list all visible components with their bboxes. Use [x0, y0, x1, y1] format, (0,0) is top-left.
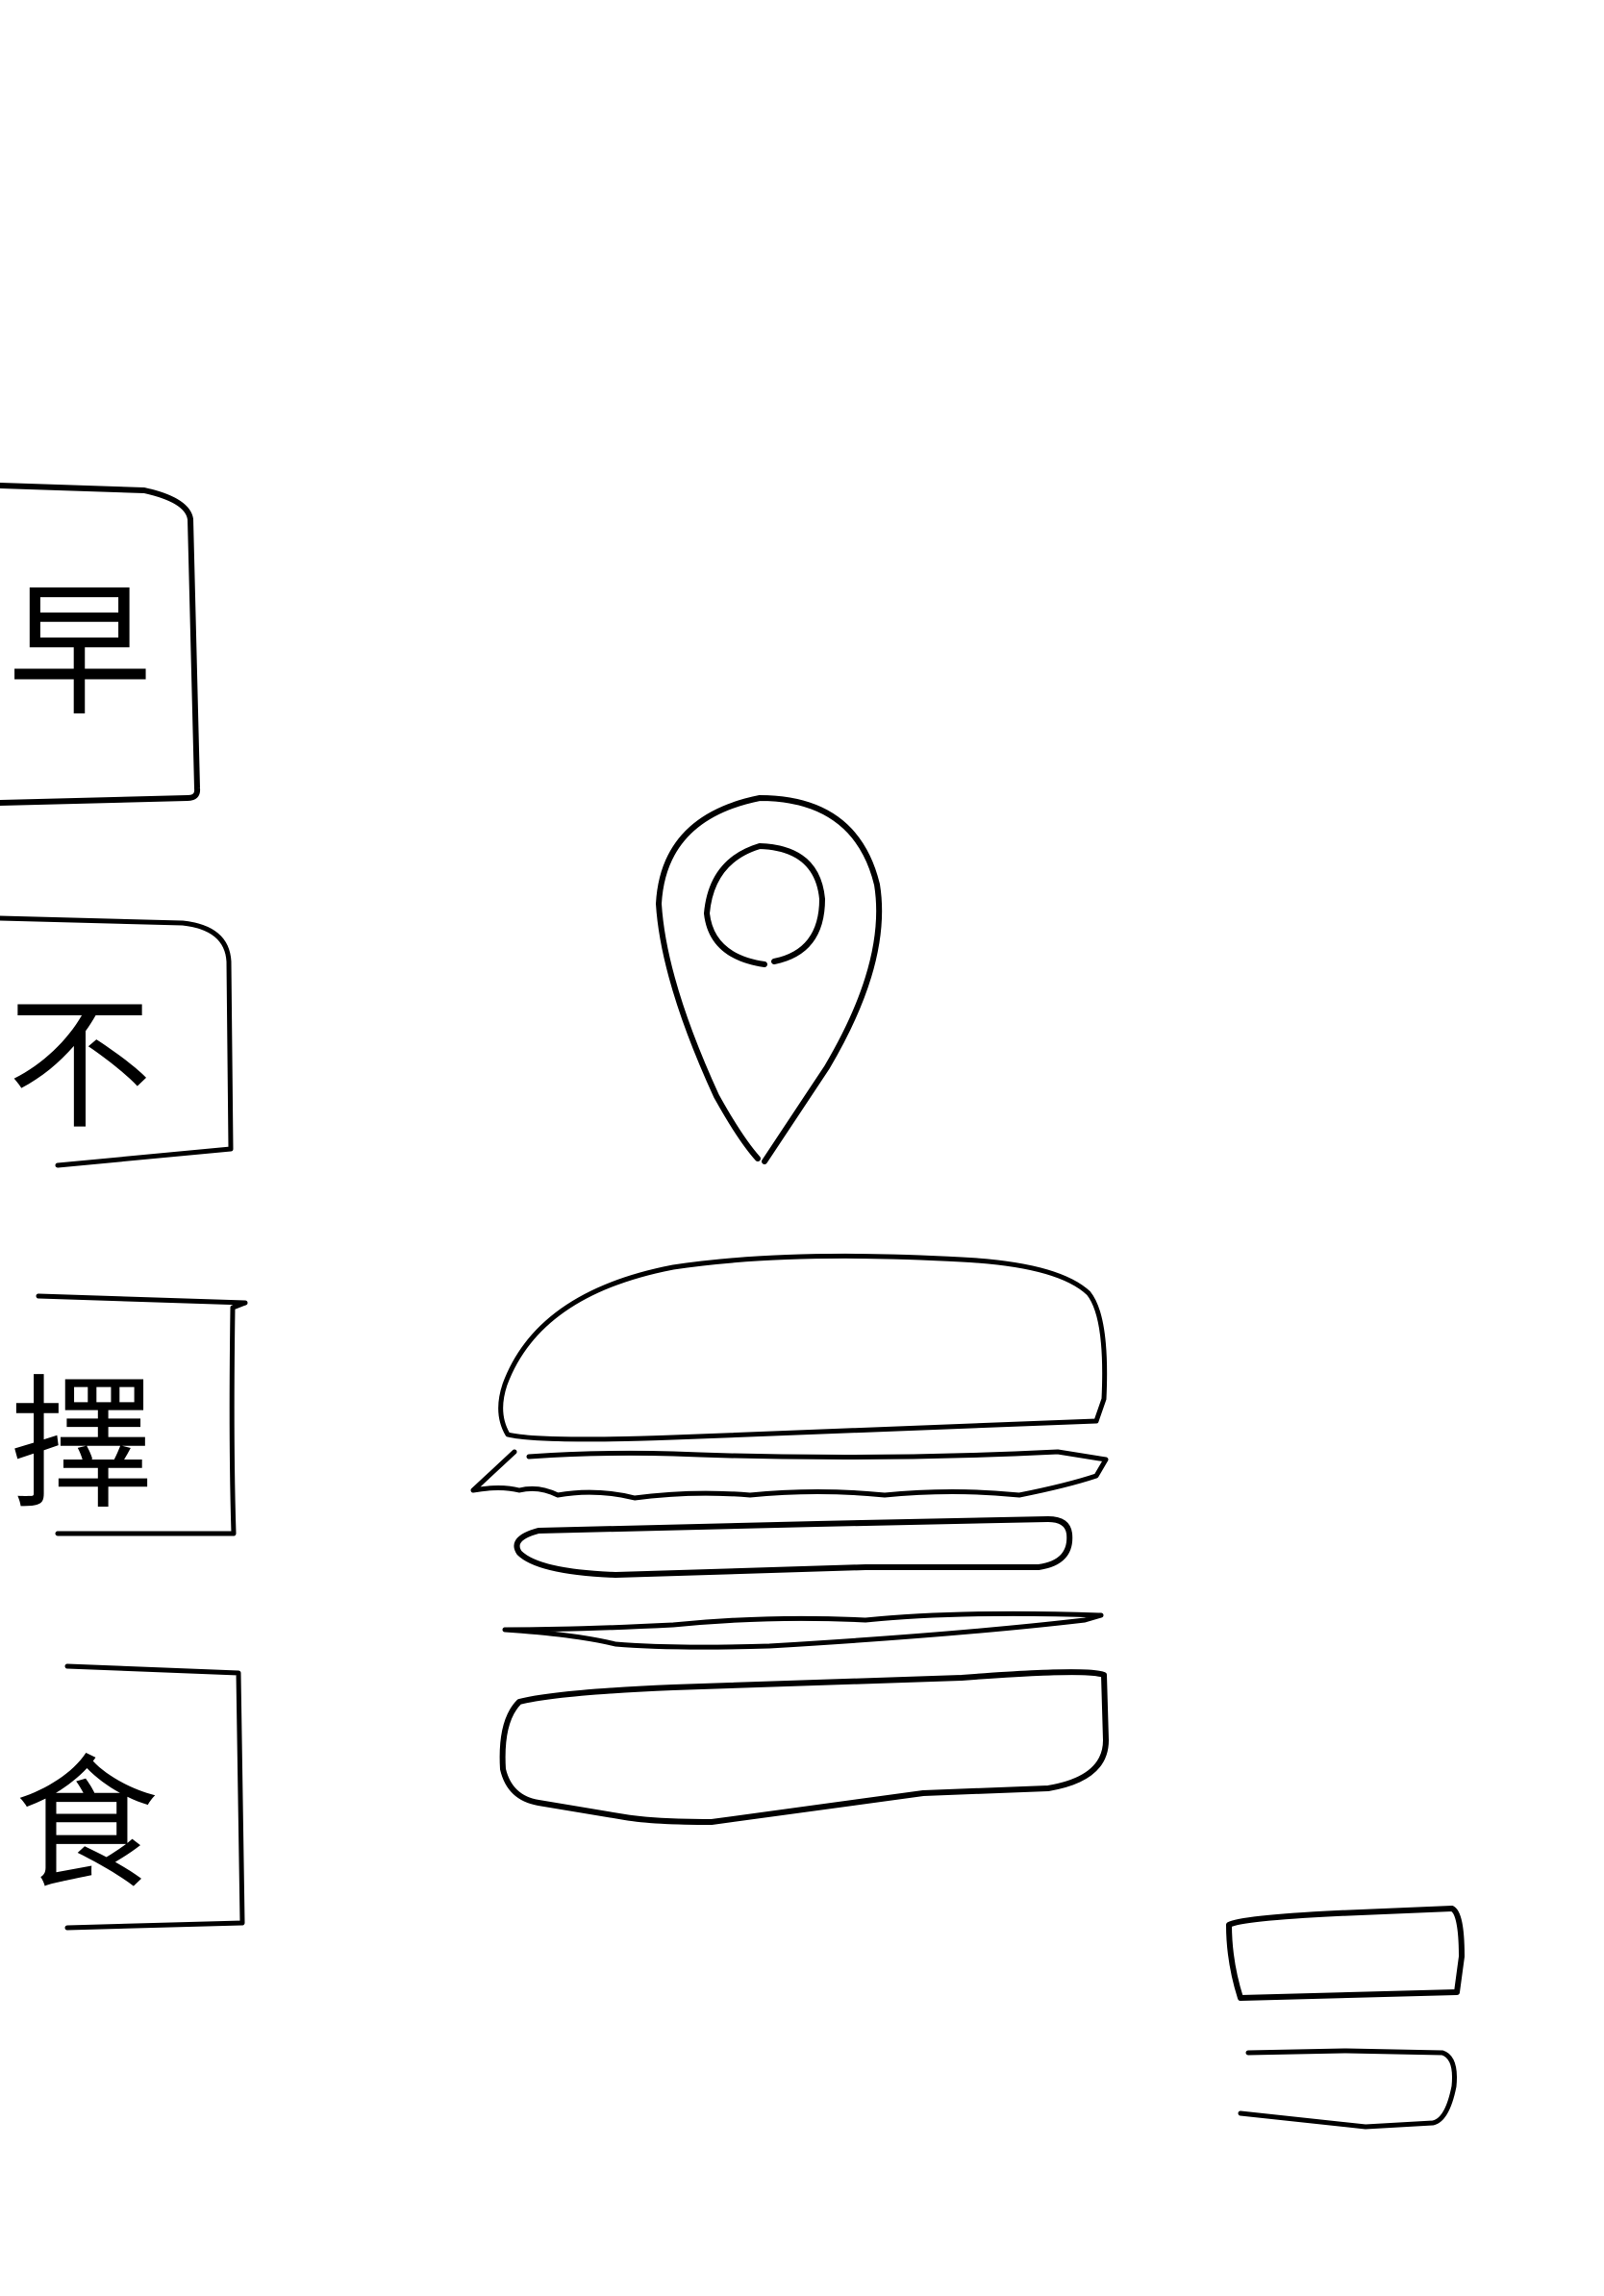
side-tab-4[interactable]: 食 [0, 1663, 250, 1933]
side-tab-2-label: 不 [8, 983, 152, 1150]
side-tab-2[interactable]: 不 [0, 913, 236, 1173]
side-tab-1[interactable]: 早 [0, 481, 207, 806]
side-tab-list: 早 不 擇 食 [0, 481, 250, 1933]
side-tab-1-label: 早 [8, 569, 152, 736]
menu-icon[interactable] [1212, 1899, 1466, 2130]
side-tab-3[interactable]: 擇 [0, 1293, 248, 1538]
map-pin-icon[interactable] [644, 788, 894, 1164]
side-tab-4-label: 食 [14, 1742, 159, 1909]
hamburger-icon[interactable] [462, 1250, 1115, 1827]
side-tab-3-label: 擇 [10, 1362, 154, 1530]
sketch-canvas: 早 不 擇 食 [0, 481, 1466, 2130]
